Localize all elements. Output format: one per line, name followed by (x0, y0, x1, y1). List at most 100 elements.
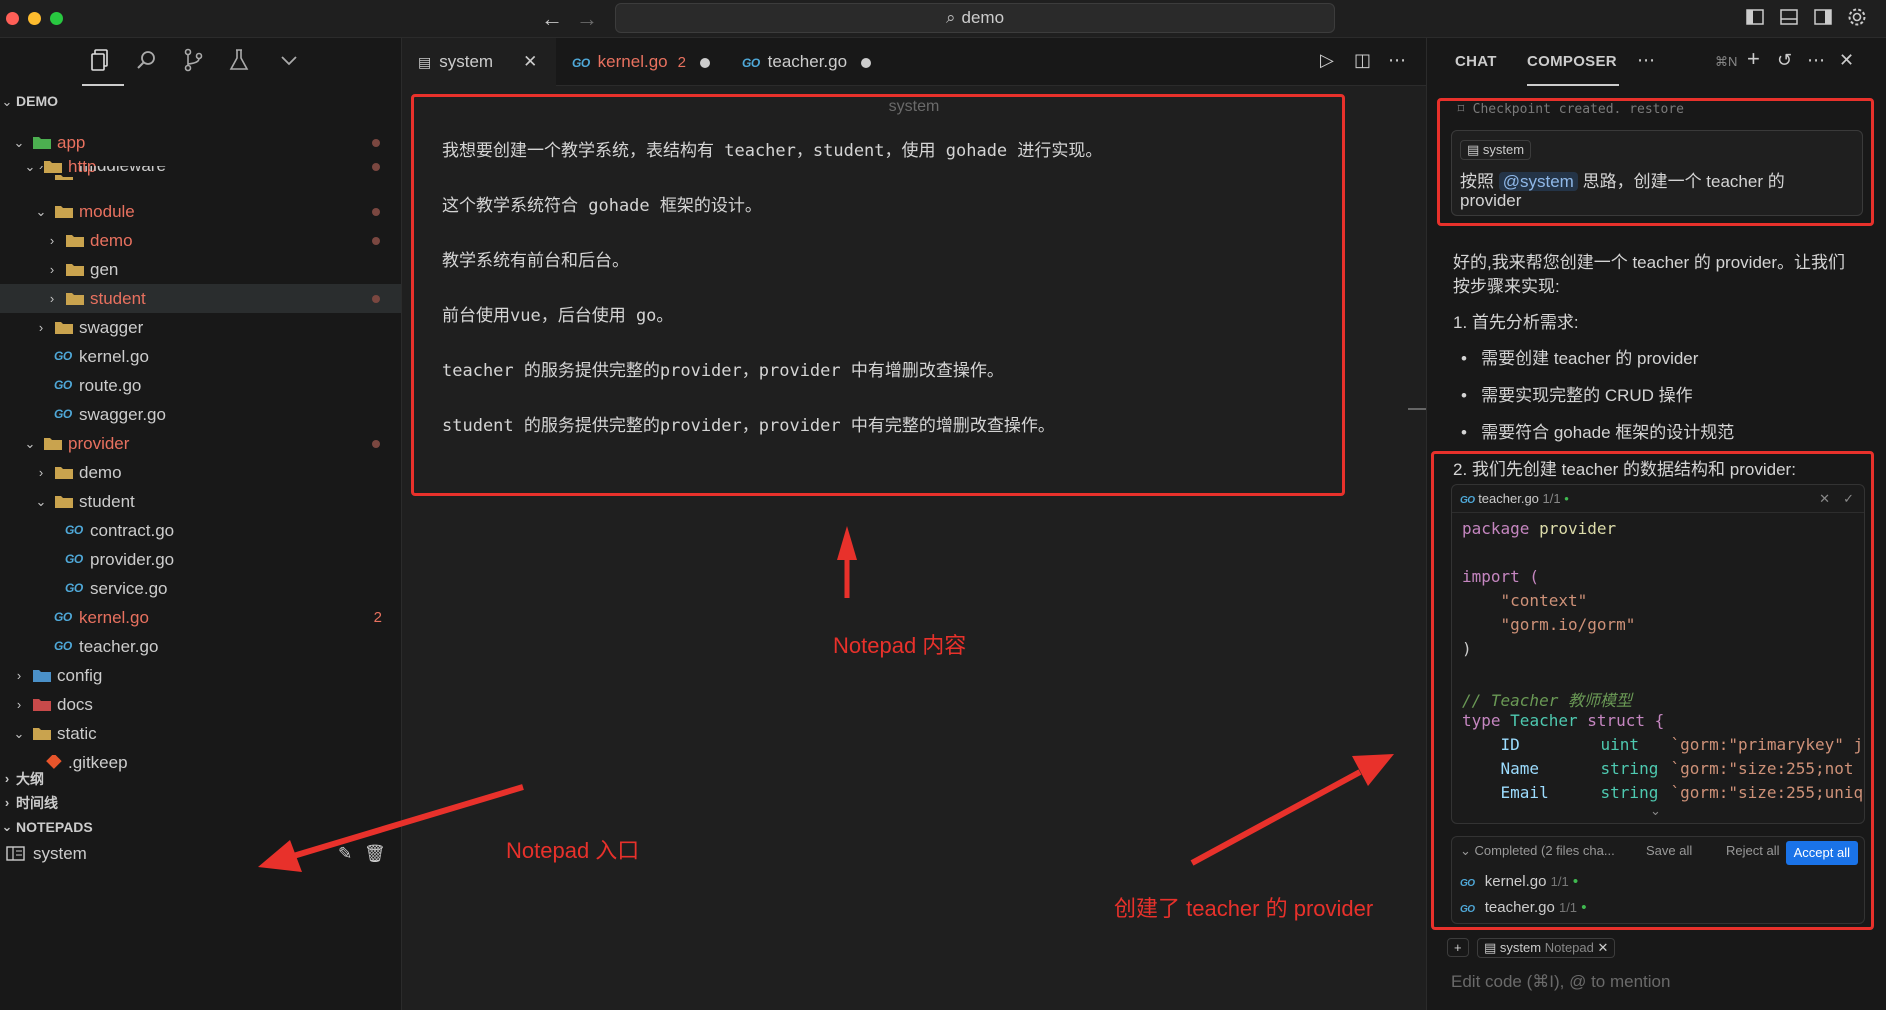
tree-item-static[interactable]: ⌄ static (0, 719, 401, 748)
chevron-down-icon[interactable] (276, 47, 302, 73)
tab-kernel-go[interactable]: GO kernel.go 2 (556, 38, 726, 86)
tree-item-teacher-go[interactable]: GO teacher.go (0, 632, 401, 661)
annotation-notepad-entry: Notepad 入口 (506, 838, 640, 863)
annotation-notepad-content: Notepad 内容 (833, 633, 967, 658)
toggle-secondary-sidebar-icon[interactable] (1812, 6, 1834, 28)
arrow-right-icon[interactable]: → (576, 6, 598, 32)
window-close-button[interactable] (6, 12, 19, 25)
step-heading: 1. 首先分析需求: (1453, 313, 1579, 332)
tree-item-docs[interactable]: › docs (0, 690, 401, 719)
activity-bar (0, 38, 401, 88)
chevron-down-icon: ⌄ (1, 819, 13, 834)
tree-item-route-go[interactable]: GO route.go (0, 371, 401, 400)
split-editor-icon[interactable]: ◫ (1354, 50, 1376, 72)
command-center-search[interactable]: ⌕ demo (615, 3, 1335, 33)
chevron-right-icon: › (49, 291, 55, 306)
tree-item-config[interactable]: › config (0, 661, 401, 690)
tree-item-middleware[interactable]: ›middleware (0, 166, 401, 180)
chat-header: CHAT COMPOSER ⋯ ⌘N + ↺ ⋯ ✕ (1427, 38, 1886, 86)
trash-icon[interactable]: 🗑 (364, 839, 386, 868)
history-icon[interactable]: ↺ (1777, 50, 1792, 71)
plus-icon[interactable]: + (1747, 46, 1760, 72)
sidebar: ⌄ DEMO ⌄app⌄http›middleware⌄module›demo›… (0, 38, 402, 1010)
more-options-icon[interactable]: ⋯ (1637, 50, 1655, 71)
tree-item-demo[interactable]: › demo (0, 226, 401, 255)
context-pill-system[interactable]: ▤ system Notepad ✕ (1477, 938, 1616, 958)
files-explorer-icon[interactable] (88, 47, 114, 73)
scroll-marker (1408, 408, 1426, 410)
go-file-icon: GO (54, 610, 72, 624)
tab-system[interactable]: ▤ system ✕ (402, 38, 556, 86)
context-row: + ▤ system Notepad ✕ (1447, 938, 1867, 964)
assistant-reply: 按步骤来实现: (1453, 277, 1560, 296)
list-item: • 需要创建 teacher 的 provider (1461, 349, 1699, 368)
toggle-panel-icon[interactable] (1778, 6, 1800, 28)
tree-item-kernel-go[interactable]: GO kernel.go 2 (0, 603, 401, 632)
close-icon[interactable]: ✕ (1839, 50, 1854, 71)
run-icon[interactable]: ▷ (1320, 50, 1342, 72)
folder-icon (54, 173, 74, 180)
tree-item-module[interactable]: ⌄ module (0, 197, 401, 226)
unsaved-dot (861, 57, 872, 68)
tree-item-demo[interactable]: › demo (0, 458, 401, 487)
more-actions-icon[interactable]: ⋯ (1807, 50, 1825, 71)
go-file-icon: GO (54, 349, 72, 363)
folder-icon (65, 291, 85, 306)
tree-item-student[interactable]: ⌄ student (0, 487, 401, 516)
folder-icon (65, 262, 85, 277)
tree-item-kernel-go[interactable]: GO kernel.go (0, 342, 401, 371)
annotation-box-result (1431, 451, 1874, 930)
folder-icon (32, 668, 52, 683)
close-icon[interactable]: ✕ (523, 52, 537, 71)
edit-pencil-icon[interactable]: ✎ (338, 839, 352, 868)
window-maximize-button[interactable] (50, 12, 63, 25)
notepad-item-system[interactable]: system ✎ 🗑 (0, 839, 401, 868)
tree-item-provider[interactable]: ⌄ provider (0, 429, 401, 458)
notepads-section[interactable]: ⌄ NOTEPADS (0, 813, 401, 841)
window-minimize-button[interactable] (28, 12, 41, 25)
notepad-icon (6, 846, 26, 861)
tree-item-contract-go[interactable]: GO contract.go (0, 516, 401, 545)
more-actions-icon[interactable]: ⋯ (1388, 50, 1410, 72)
modified-dot (372, 237, 380, 245)
chevron-down-icon: ⌄ (13, 726, 25, 741)
source-control-icon[interactable] (180, 47, 206, 73)
close-icon[interactable]: ✕ (1598, 940, 1609, 955)
modified-dot (372, 295, 380, 303)
tree-item-gen[interactable]: › gen (0, 255, 401, 284)
active-view-indicator (82, 84, 124, 86)
shortcut-hint: ⌘N (1715, 54, 1738, 69)
add-context-button[interactable]: + (1447, 938, 1469, 957)
search-icon[interactable] (134, 47, 160, 73)
unsaved-dot (699, 57, 710, 68)
tree-item-swagger[interactable]: › swagger (0, 313, 401, 342)
flask-icon[interactable] (226, 47, 252, 73)
title-bar: ← → ⌕ demo (0, 0, 1886, 38)
annotation-box-notepad (411, 94, 1345, 496)
tree-item-service-go[interactable]: GO service.go (0, 574, 401, 603)
go-file-icon: GO (54, 639, 72, 653)
chevron-right-icon: › (49, 262, 55, 277)
folder-icon (32, 135, 52, 150)
folder-icon (43, 436, 63, 451)
tree-item-swagger-go[interactable]: GO swagger.go (0, 400, 401, 429)
search-icon: ⌕ (945, 8, 956, 27)
arrow-left-icon[interactable]: ← (541, 6, 563, 32)
chat-input[interactable]: Edit code (⌘I), @ to mention (1451, 972, 1670, 992)
folder-icon (54, 204, 74, 219)
toggle-primary-sidebar-icon[interactable] (1744, 6, 1766, 28)
chevron-right-icon: › (38, 465, 44, 480)
explorer-root[interactable]: ⌄ DEMO (0, 87, 401, 116)
list-item: • 需要符合 gohade 框架的设计规范 (1461, 423, 1735, 442)
notepad-icon: ▤ (1484, 940, 1497, 955)
tab-chat[interactable]: CHAT (1455, 38, 1497, 86)
tab-teacher-go[interactable]: GO teacher.go (726, 38, 876, 86)
go-file-icon: GO (65, 581, 83, 595)
tab-composer[interactable]: COMPOSER (1527, 38, 1617, 86)
chevron-right-icon: › (49, 233, 55, 248)
modified-dot (372, 208, 380, 216)
tree-item-student[interactable]: › student (0, 284, 401, 313)
tree-item-provider-go[interactable]: GO provider.go (0, 545, 401, 574)
folder-icon (32, 697, 52, 712)
gear-icon[interactable] (1846, 6, 1868, 28)
